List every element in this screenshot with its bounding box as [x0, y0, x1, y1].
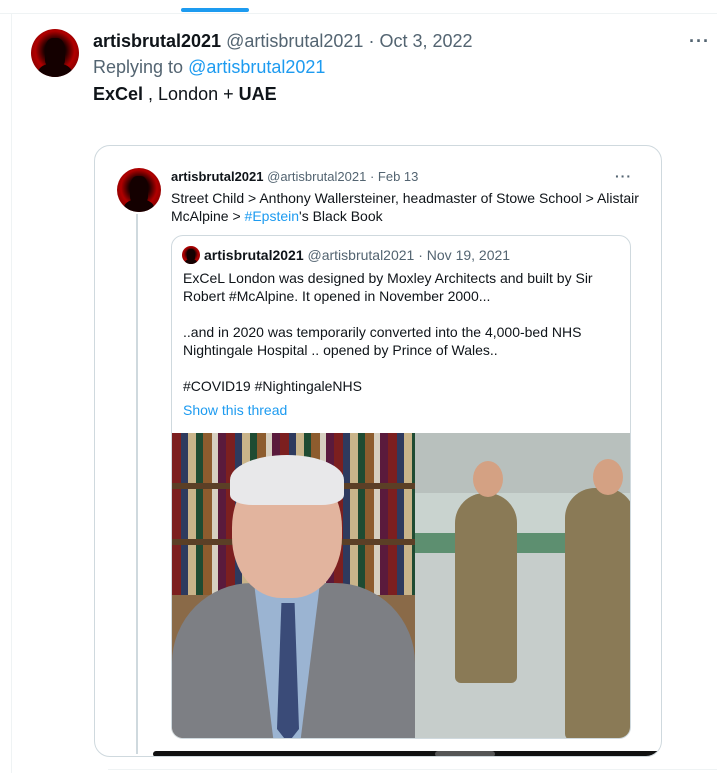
separator: ·	[368, 31, 375, 51]
more-options-icon[interactable]: ···	[615, 168, 632, 184]
author-name[interactable]: artisbrutal2021	[93, 31, 221, 51]
tweet-header: artisbrutal2021 @artisbrutal2021 · Oct 3…	[93, 31, 473, 52]
soldier-left-head	[473, 461, 503, 497]
soldier-right-head	[593, 459, 623, 495]
hashtag-link[interactable]: #Epstein	[245, 208, 299, 224]
media-photo-right	[415, 433, 630, 738]
inner-avatar[interactable]	[182, 246, 200, 264]
avatar-shoulders	[123, 198, 155, 212]
active-tab-indicator	[181, 8, 249, 12]
soldier-left	[455, 493, 517, 683]
text-bold-uae: UAE	[238, 84, 277, 104]
separator: ·	[369, 169, 375, 184]
inner-author-handle[interactable]: @artisbrutal2021	[308, 247, 415, 263]
text-middle: , London +	[143, 84, 239, 104]
quoted-tweet-text: Street Child > Anthony Wallersteiner, he…	[171, 189, 641, 225]
media-photo-left	[172, 433, 415, 738]
quoted-avatar[interactable]	[117, 168, 161, 212]
inner-quote-header: artisbrutal2021 @artisbrutal2021 · Nov 1…	[204, 247, 510, 263]
quoted-author-name[interactable]: artisbrutal2021	[171, 169, 264, 184]
avatar[interactable]	[31, 29, 79, 77]
inner-quote-text: ExCeL London was designed by Moxley Arch…	[183, 270, 593, 394]
soldier-right	[565, 488, 630, 738]
thread-line	[136, 214, 138, 754]
scrollbar-thumb[interactable]	[435, 751, 495, 756]
quoted-tweet-header: artisbrutal2021 @artisbrutal2021 · Feb 1…	[171, 169, 418, 184]
avatar-shoulders	[184, 258, 198, 264]
tweet-date[interactable]: Oct 3, 2022	[379, 31, 472, 51]
bottom-divider	[108, 769, 717, 770]
timeline-left-border	[11, 14, 12, 773]
avatar-shoulders	[38, 62, 72, 77]
tweet-text: ExCel , London + UAE	[93, 84, 277, 105]
horizontal-scrollbar[interactable]	[153, 751, 661, 756]
replying-prefix: Replying to	[93, 57, 189, 77]
quoted-text-after: 's Black Book	[299, 208, 383, 224]
separator: ·	[418, 247, 423, 263]
text-bold-excel: ExCel	[93, 84, 144, 104]
replying-handle-link[interactable]: @artisbrutal2021	[188, 57, 325, 77]
inner-author-name[interactable]: artisbrutal2021	[204, 247, 304, 263]
media-image[interactable]	[172, 433, 630, 738]
replying-to: Replying to @artisbrutal2021	[93, 57, 325, 78]
top-border	[0, 0, 717, 14]
author-handle[interactable]: @artisbrutal2021	[226, 31, 363, 51]
more-options-icon[interactable]: ···	[689, 31, 710, 52]
quoted-tweet-card[interactable]: artisbrutal2021 @artisbrutal2021 · Feb 1…	[94, 145, 662, 757]
quoted-author-handle[interactable]: @artisbrutal2021	[267, 169, 366, 184]
quoted-tweet-date[interactable]: Feb 13	[378, 169, 418, 184]
show-thread-link[interactable]: Show this thread	[183, 402, 287, 418]
inner-quote-date[interactable]: Nov 19, 2021	[427, 247, 510, 263]
inner-quote-card[interactable]: artisbrutal2021 @artisbrutal2021 · Nov 1…	[171, 235, 631, 739]
quoted-text-before: Street Child > Anthony Wallersteiner, he…	[171, 190, 639, 224]
man-hair	[230, 455, 344, 505]
